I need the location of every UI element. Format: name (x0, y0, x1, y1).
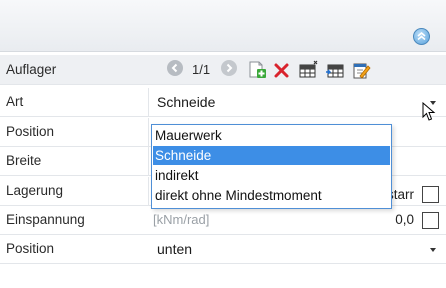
lagerung-checkbox[interactable] (422, 186, 439, 203)
edit-icon[interactable] (351, 60, 371, 80)
table-icon[interactable] (298, 60, 320, 80)
chevron-down-icon[interactable] (430, 248, 436, 252)
collapse-up-icon[interactable] (413, 28, 430, 45)
position2-row: Position unten (0, 235, 446, 264)
einspannung-row: Einspannung [kNm/rad] 0,0 (0, 206, 446, 235)
position-label: Position (6, 124, 55, 139)
art-select-value: Schneide (157, 94, 216, 110)
nav-prev-icon[interactable] (167, 60, 183, 80)
position2-select-value: unten (157, 241, 193, 257)
art-label: Art (6, 94, 24, 109)
dropdown-option-schneide[interactable]: Schneide (153, 146, 390, 165)
einspannung-unit: [kNm/rad] (153, 212, 210, 227)
art-dropdown-list[interactable]: Mauerwerk Schneide indirekt direkt ohne … (151, 124, 392, 209)
art-select[interactable]: Schneide (150, 90, 442, 115)
panel-top-bar (0, 0, 446, 52)
einspannung-label: Einspannung (6, 212, 85, 227)
nav-next-icon[interactable] (221, 60, 237, 80)
breite-label: Breite (6, 153, 42, 168)
dropdown-option-indirekt[interactable]: indirekt (153, 166, 390, 185)
delete-icon[interactable] (273, 60, 291, 80)
position2-label: Position (6, 241, 55, 256)
mouse-cursor-icon (422, 102, 436, 121)
auflager-header-row: Auflager 1/1 (0, 55, 446, 85)
auflager-label: Auflager (6, 62, 57, 77)
dropdown-option-direkt-ohne-mindestmoment[interactable]: direkt ohne Mindestmoment (153, 186, 390, 205)
page-indicator: 1/1 (192, 62, 211, 77)
position2-select[interactable]: unten (150, 237, 442, 262)
table-insert-icon[interactable] (325, 60, 347, 80)
add-icon[interactable] (247, 60, 267, 80)
art-row: Art Schneide (0, 88, 446, 117)
dropdown-option-mauerwerk[interactable]: Mauerwerk (153, 126, 390, 145)
einspannung-value[interactable]: 0,0 (395, 212, 414, 227)
einspannung-checkbox[interactable] (422, 212, 439, 229)
lagerung-label: Lagerung (6, 183, 64, 198)
